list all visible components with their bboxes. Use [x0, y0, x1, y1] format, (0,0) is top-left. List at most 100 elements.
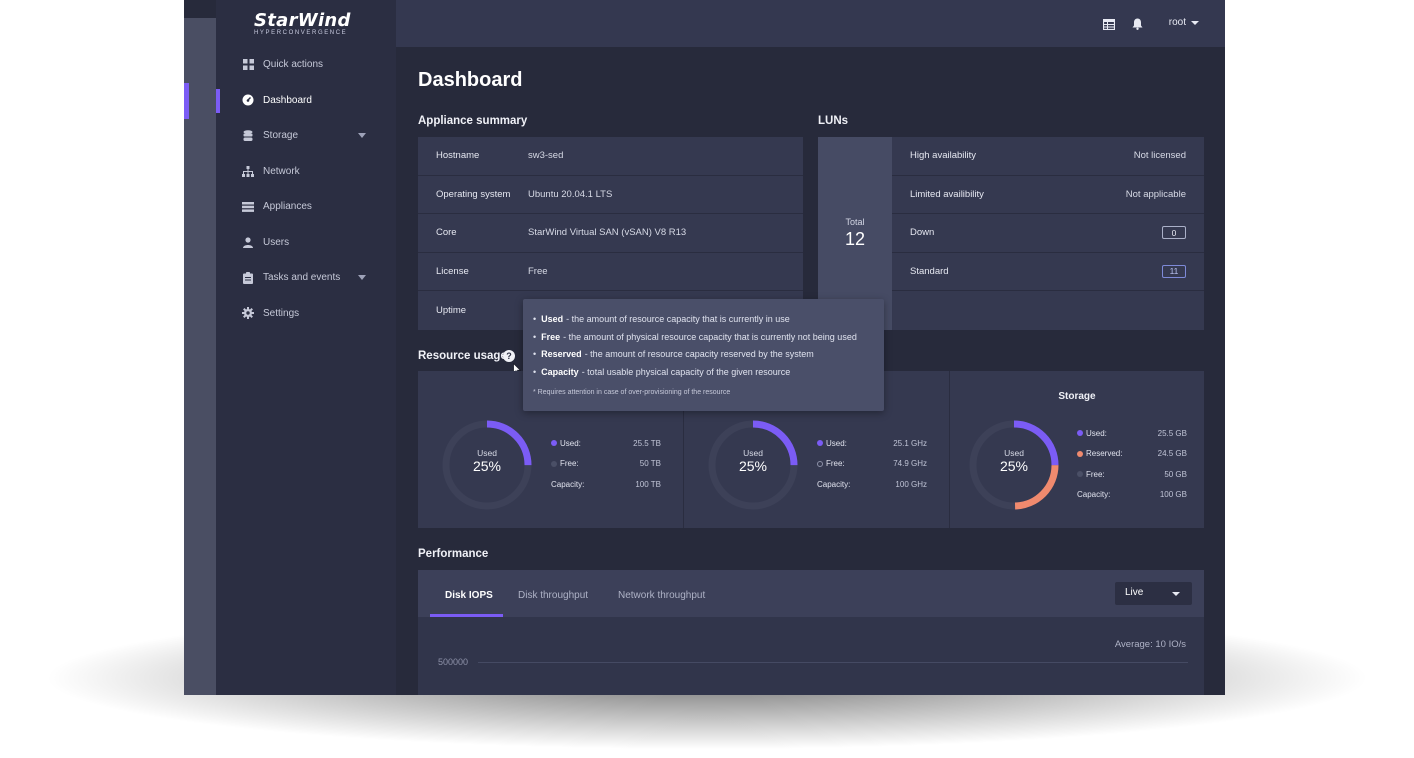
gear-icon — [242, 307, 254, 320]
table-icon[interactable] — [1102, 17, 1116, 31]
sidebar-item-label: Network — [263, 165, 300, 177]
table-row: Hostname sw3-sed — [418, 137, 803, 176]
user-name: root — [1168, 17, 1186, 28]
donut-percent: 25% — [738, 458, 768, 474]
luns-title: LUNs — [818, 115, 849, 127]
rail-active-indicator — [184, 83, 189, 119]
chevron-down-icon — [358, 275, 366, 280]
tab-disk-throughput[interactable]: Disk throughput — [518, 590, 588, 601]
time-range-value: Live — [1125, 587, 1144, 598]
background-rail — [184, 18, 216, 695]
legend-label: Used: — [826, 438, 847, 448]
row-key: License — [436, 266, 469, 278]
lun-count-badge[interactable]: 0 — [1162, 226, 1186, 240]
legend-row: Reserved: 24.5 GB — [1077, 444, 1187, 465]
legend-label: Free: — [560, 459, 579, 469]
legend-row: Used: 25.1 GHz — [817, 433, 927, 454]
legend-row: Capacity: 100 TB — [551, 474, 661, 495]
tooltip-term: Reserved — [541, 349, 582, 360]
sidebar-item-users[interactable]: Users — [216, 225, 396, 261]
grid-icon — [242, 59, 254, 71]
tab-network-throughput[interactable]: Network throughput — [618, 590, 705, 601]
sidebar-item-quick-actions[interactable]: Quick actions — [216, 47, 396, 83]
legend-row: Free: 50 GB — [1077, 464, 1187, 485]
legend-value: 100 GB — [1159, 490, 1187, 500]
tooltip-text: - the amount of resource capacity reserv… — [584, 349, 814, 360]
legend-label: Free: — [1086, 469, 1105, 479]
row-key: Uptime — [436, 305, 467, 317]
donut-center: Used 25% — [440, 448, 534, 474]
tooltip-line: • Free - the amount of physical resource … — [533, 331, 857, 342]
topbar: root — [396, 0, 1225, 47]
legend-label: Capacity: — [551, 479, 585, 489]
sidebar-item-label: Dashboard — [263, 94, 312, 106]
sidebar-item-tasks-and-events[interactable]: Tasks and events — [216, 260, 396, 296]
lun-label: Down — [910, 227, 935, 239]
row-key: Hostname — [436, 150, 480, 162]
sidebar-item-label: Tasks and events — [263, 272, 341, 284]
legend-row: Capacity: 100 GHz — [817, 474, 927, 495]
sidebar-item-storage[interactable]: Storage — [216, 118, 396, 154]
table-row: License Free — [418, 253, 803, 292]
list-item: Down 0 — [892, 214, 1204, 253]
usage-legend: Used: 25.1 GHz Free: 74.9 GHz Capacity: 100… — [817, 433, 927, 495]
legend-row: Used: 25.5 GB — [1077, 423, 1187, 444]
sidebar-item-appliances[interactable]: Appliances — [216, 189, 396, 225]
logo-tagline: HYPERCONVERGENCE — [254, 30, 348, 36]
page-title: Dashboard — [418, 69, 523, 91]
tooltip-term: Free — [541, 331, 561, 342]
list-item: High availability Not licensed — [892, 137, 1204, 176]
row-key: Operating system — [436, 188, 511, 200]
legend-dot — [817, 440, 823, 447]
legend-value: 100 TB — [635, 479, 661, 489]
legend-value: 50 TB — [639, 459, 661, 469]
help-icon[interactable]: ? — [503, 350, 515, 362]
sidebar-item-label: Storage — [263, 130, 299, 142]
tooltip-text: - the amount of resource capacity that i… — [566, 313, 790, 324]
average-readout: Average: 10 IO/s — [1114, 639, 1186, 650]
tooltip-line: • Reserved - the amount of resource capac… — [533, 349, 814, 360]
legend-label: Used: — [1086, 428, 1107, 438]
resource-usage-tooltip: • Used - the amount of resource capacity … — [523, 299, 884, 411]
bell-icon[interactable] — [1132, 17, 1144, 30]
sidebar-item-settings[interactable]: Settings — [216, 296, 396, 332]
sidebar-item-label: Settings — [263, 307, 300, 319]
time-range-select[interactable]: Live — [1115, 582, 1192, 605]
legend-value: 24.5 GB — [1157, 449, 1187, 459]
legend-row: Used: 25.5 TB — [551, 433, 661, 454]
starwind-logo[interactable]: StarWind HYPERCONVERGENCE — [254, 10, 374, 36]
legend-dot — [817, 460, 823, 467]
performance-tabs: Disk IOPS Disk throughput Network throug… — [418, 570, 1204, 617]
legend-dot — [551, 440, 557, 447]
legend-row: Free: 50 TB — [551, 454, 661, 475]
donut-percent: 25% — [999, 458, 1029, 474]
sidebar-item-label: Appliances — [263, 201, 312, 213]
tab-disk-iops[interactable]: Disk IOPS — [445, 590, 493, 601]
luns-total-label: Total — [845, 217, 865, 227]
sidebar-item-dashboard[interactable]: Dashboard — [216, 83, 396, 119]
performance-panel: Disk IOPS Disk throughput Network throug… — [418, 570, 1204, 695]
row-value: Free — [528, 266, 548, 278]
clipboard-icon — [242, 271, 254, 284]
user-icon — [242, 236, 254, 248]
chevron-down-icon — [358, 133, 366, 138]
legend-label: Used: — [560, 438, 581, 448]
resource-usage-title: Resource usage — [418, 350, 507, 362]
donut-used-label: Used — [743, 448, 763, 458]
legend-value: 100 GHz — [895, 479, 927, 489]
table-row: Operating system Ubuntu 20.04.1 LTS — [418, 176, 803, 215]
legend-label: Reserved: — [1086, 449, 1123, 459]
sidebar: StarWind HYPERCONVERGENCE Quick actions … — [216, 0, 396, 695]
list-item: Limited availibility Not applicable — [892, 176, 1204, 214]
appliance-summary-title: Appliance summary — [418, 115, 528, 127]
legend-value: 25.5 TB — [633, 438, 661, 448]
lun-count-badge[interactable]: 11 — [1162, 264, 1186, 278]
donut-center: Used 25% — [967, 448, 1061, 474]
sidebar-item-network[interactable]: Network — [216, 154, 396, 190]
tooltip-term: Capacity — [541, 367, 579, 378]
row-value: Ubuntu 20.04.1 LTS — [528, 188, 613, 200]
user-menu[interactable]: root — [1169, 17, 1199, 28]
sidebar-item-label: Quick actions — [263, 59, 324, 71]
donut-used-label: Used — [1004, 448, 1024, 458]
legend-value: 25.5 GB — [1157, 428, 1187, 438]
